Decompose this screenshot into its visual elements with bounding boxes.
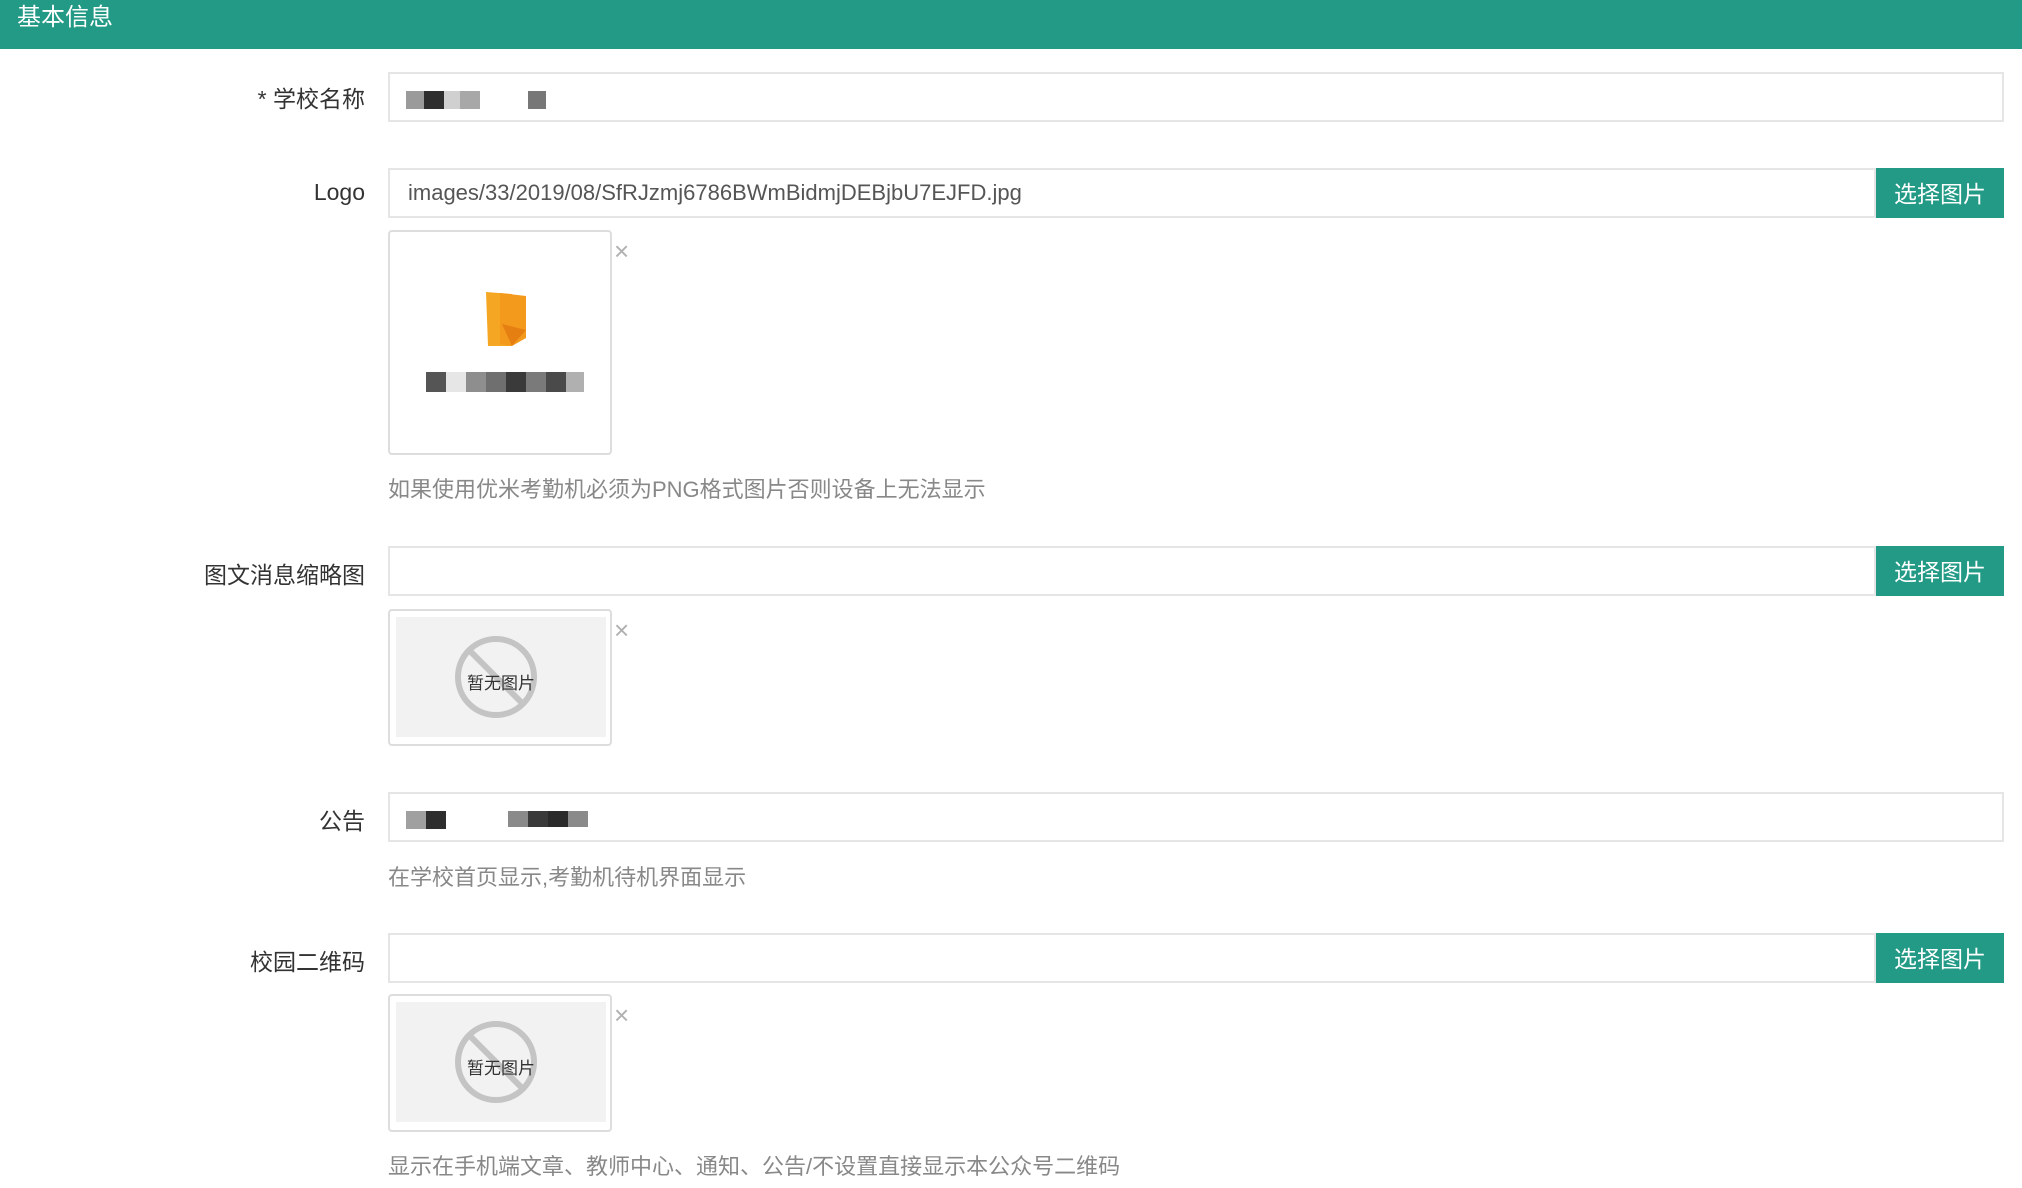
no-image-text: 暂无图片 <box>467 674 535 693</box>
logo-select-image-button[interactable]: 选择图片 <box>1876 168 2004 218</box>
campus-qrcode-remove-icon[interactable]: × <box>614 1002 629 1028</box>
logo-hint: 如果使用优米考勤机必须为PNG格式图片否则设备上无法显示 <box>388 477 986 502</box>
campus-qrcode-hint: 显示在手机端文章、教师中心、通知、公告/不设置直接显示本公众号二维码 <box>388 1154 1121 1179</box>
section-header: 基本信息 <box>0 0 2022 49</box>
notice-input[interactable] <box>388 792 2004 842</box>
notice-label: 公告 <box>319 808 365 834</box>
logo-preview <box>388 230 612 455</box>
news-thumbnail-input[interactable] <box>388 546 1876 596</box>
school-name-input[interactable] <box>388 72 2004 122</box>
campus-qrcode-select-image-button[interactable]: 选择图片 <box>1876 933 2004 983</box>
campus-qrcode-label: 校园二维码 <box>250 949 365 975</box>
no-image-text: 暂无图片 <box>467 1059 535 1078</box>
news-thumbnail-preview: 暂无图片 <box>388 609 612 746</box>
section-title: 基本信息 <box>17 4 113 31</box>
logo-image <box>426 292 584 392</box>
logo-path-input[interactable]: images/33/2019/08/SfRJzmj6786BWmBidmjDEB… <box>388 168 1876 218</box>
logo-remove-icon[interactable]: × <box>614 238 629 264</box>
campus-qrcode-input[interactable] <box>388 933 1876 983</box>
no-image-placeholder: 暂无图片 <box>396 617 606 737</box>
notice-hint: 在学校首页显示,考勤机待机界面显示 <box>388 865 747 890</box>
school-name-label: * 学校名称 <box>257 86 365 112</box>
news-thumbnail-select-image-button[interactable]: 选择图片 <box>1876 546 2004 596</box>
no-image-placeholder: 暂无图片 <box>396 1002 606 1122</box>
logo-label: Logo <box>313 179 365 205</box>
campus-qrcode-preview: 暂无图片 <box>388 994 612 1132</box>
news-thumbnail-label: 图文消息缩略图 <box>204 562 365 588</box>
news-thumbnail-remove-icon[interactable]: × <box>614 617 629 643</box>
